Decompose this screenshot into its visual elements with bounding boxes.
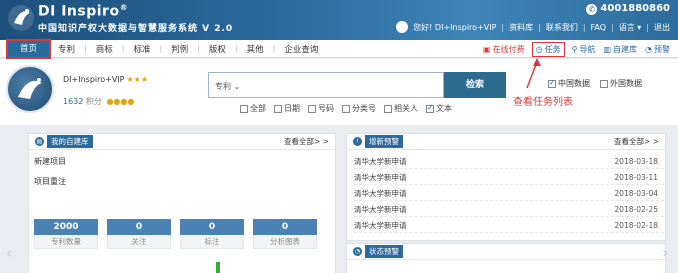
- nav-tools: ▣ 在线付费 ◷ 任务 ⚲ 导航 ▥ 自建库 ◔ 预警: [483, 40, 670, 58]
- chevron-down-icon: ▾: [637, 22, 642, 32]
- filter-related-person[interactable]: 相关人: [384, 103, 418, 114]
- nav-patent[interactable]: 专利: [49, 43, 84, 55]
- library-icon: ▤: [35, 137, 44, 146]
- search-filters: 全部 日期 号码 分类号 相关人 文本: [240, 103, 452, 114]
- search-button[interactable]: 检索: [444, 72, 506, 98]
- nav-other[interactable]: 其他: [238, 43, 273, 55]
- checkbox[interactable]: [342, 104, 350, 113]
- main-nav: 首页 专利 | 商标 | 标准 | 判例 | 版权 | 其他 | 企业查询 ▣ 在线付费 ◷ 任…: [0, 38, 678, 59]
- top-header: DI Inspiro® 中国知识产权大数据与智慧服务系统 V 2.0 ✆ 4001…: [0, 0, 678, 40]
- user-name: DI+Inspiro+VIP ★★★: [63, 75, 149, 84]
- source-china[interactable]: 中国数据: [548, 78, 590, 89]
- checkbox[interactable]: [600, 79, 608, 88]
- search-type-select[interactable]: 专利 ⌄: [215, 81, 240, 92]
- clock-icon: ◷: [535, 44, 543, 54]
- nav-copyright[interactable]: 版权: [200, 43, 235, 55]
- brand-subtitle: 中国知识产权大数据与智慧服务系统 V 2.0: [38, 24, 234, 34]
- bell-icon: ◔: [645, 44, 652, 54]
- user-icon: [396, 21, 409, 33]
- navigate-button[interactable]: ⚲ 导航: [572, 44, 596, 55]
- chart-preview-bar: [216, 262, 220, 273]
- online-pay-button[interactable]: ▣ 在线付费: [483, 44, 525, 55]
- nav-case[interactable]: 判例: [162, 43, 197, 55]
- panel-title: 我的自建库: [47, 135, 93, 148]
- nav-home[interactable]: 首页: [5, 38, 52, 59]
- alert-row[interactable]: 清华大学新申请 2018-03-04: [354, 186, 664, 201]
- nav-trademark[interactable]: 商标: [87, 43, 122, 55]
- library-item[interactable]: 新建项目: [34, 156, 66, 167]
- phone-icon: ✆: [586, 4, 598, 15]
- panel-title: 状态预警: [365, 245, 403, 258]
- user-points: 1632 积分 ●●●●: [63, 97, 135, 106]
- checkbox[interactable]: [240, 104, 248, 113]
- stat-follow[interactable]: 0 关注: [107, 219, 171, 249]
- alert-row[interactable]: 清华大学新申请 2018-02-18: [354, 218, 664, 233]
- sitemap-icon: ⚲: [571, 44, 578, 54]
- filter-text[interactable]: 文本: [426, 103, 452, 114]
- source-foreign[interactable]: 外国数据: [600, 78, 642, 89]
- filter-classification[interactable]: 分类号: [342, 103, 376, 114]
- user-avatar[interactable]: [6, 65, 54, 113]
- link-faq[interactable]: FAQ: [591, 23, 607, 32]
- data-source-options: 中国数据 外国数据: [548, 78, 642, 89]
- rank-stars: ★★★: [126, 75, 149, 84]
- next-arrow-icon[interactable]: ›: [662, 243, 668, 262]
- view-all-link[interactable]: 查看全部> >: [284, 136, 329, 147]
- medal-icons: ●●●●: [106, 97, 135, 106]
- alert-row[interactable]: 清华大学新申请 2018-02-25: [354, 202, 664, 217]
- stat-patent-count[interactable]: 2000 专利数量: [34, 219, 98, 249]
- logout-link[interactable]: 退出: [654, 22, 670, 33]
- checkbox-checked[interactable]: [426, 103, 434, 113]
- self-library-button[interactable]: ▥ 自建库: [603, 44, 637, 55]
- phone-number: ✆ 4001880860: [586, 3, 670, 15]
- search-input[interactable]: 专利 ⌄: [208, 72, 444, 98]
- task-button[interactable]: ◷ 任务: [531, 41, 565, 57]
- chart-icon: ▥: [603, 44, 612, 54]
- prev-arrow-icon[interactable]: ‹: [6, 243, 12, 262]
- checkbox[interactable]: [308, 104, 316, 113]
- brand-title[interactable]: DI Inspiro®: [38, 3, 128, 20]
- view-all-link[interactable]: 查看全部> >: [614, 136, 659, 147]
- library-item[interactable]: 项目重注: [34, 176, 66, 187]
- link-contact[interactable]: 联系我们: [546, 22, 578, 33]
- status-alert-panel: ◔ 状态预警: [346, 243, 666, 273]
- logo-icon: [8, 5, 34, 31]
- filter-date[interactable]: 日期: [274, 103, 300, 114]
- nav-standard[interactable]: 标准: [124, 43, 159, 55]
- checkbox-checked[interactable]: [548, 78, 556, 88]
- alert-button[interactable]: ◔ 预警: [645, 44, 670, 55]
- library-stats: 2000 专利数量 0 关注 0 标注 0 分析图表: [34, 219, 317, 249]
- bell-icon: ◔: [353, 247, 362, 256]
- alert-row[interactable]: 清华大学新申请 2018-03-18: [354, 154, 664, 169]
- greeting: 您好! DI+Inspiro+VIP: [413, 22, 497, 32]
- checkbox[interactable]: [384, 104, 392, 113]
- filter-all[interactable]: 全部: [240, 103, 266, 114]
- nav-company-search[interactable]: 企业查询: [275, 43, 327, 55]
- link-library[interactable]: 资料库: [509, 22, 533, 33]
- alert-icon: !: [353, 137, 362, 146]
- language-select[interactable]: 语言 ▾: [619, 22, 642, 33]
- stat-analysis[interactable]: 0 分析图表: [253, 219, 317, 249]
- bird-logo-icon: [18, 78, 42, 99]
- annotation-text: 查看任务列表: [513, 97, 573, 108]
- header-links: 您好! DI+Inspiro+VIP | 资料库 | 联系我们 | FAQ | …: [396, 21, 670, 33]
- checkbox[interactable]: [274, 104, 282, 113]
- chevron-down-icon: ⌄: [233, 82, 241, 91]
- stat-mark[interactable]: 0 标注: [180, 219, 244, 249]
- alert-row[interactable]: 清华大学新申请 2018-03-11: [354, 170, 664, 185]
- panel-title: 增新预警: [365, 135, 403, 148]
- filter-number[interactable]: 号码: [308, 103, 334, 114]
- my-library-panel: ▤ 我的自建库 查看全部> >: [28, 133, 336, 273]
- cart-icon: ▣: [483, 44, 491, 54]
